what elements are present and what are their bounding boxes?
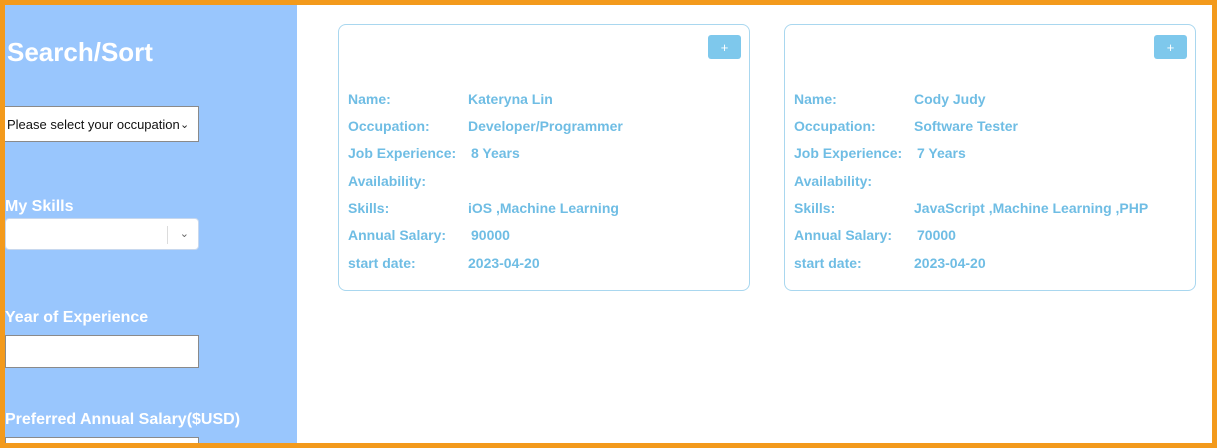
- experience-value: 7 Years: [917, 145, 966, 161]
- start-date-label: start date:: [348, 255, 416, 271]
- skills-row: Skills: iOS ,Machine Learning: [348, 200, 619, 216]
- search-sort-sidebar: Search/Sort Please select your occupatio…: [5, 5, 297, 443]
- name-row: Name: Kateryna Lin: [348, 91, 553, 107]
- skills-row: Skills: JavaScript ,Machine Learning ,PH…: [794, 200, 1148, 216]
- experience-value: 8 Years: [471, 145, 520, 161]
- availability-label: Availability:: [794, 173, 873, 189]
- profile-card: + Name: Kateryna Lin Occupation: Develop…: [338, 24, 750, 291]
- occupation-row: Occupation: Developer/Programmer: [348, 118, 623, 134]
- name-label: Name:: [348, 91, 391, 107]
- skills-value: JavaScript ,Machine Learning ,PHP: [914, 200, 1149, 216]
- start-date-value: 2023-04-20: [468, 255, 540, 271]
- salary-label: Annual Salary:: [348, 227, 447, 243]
- name-value: Cody Judy: [914, 91, 986, 107]
- salary-label: Preferred Annual Salary($USD): [5, 411, 241, 428]
- select-separator: [167, 226, 168, 244]
- start-date-row: start date: 2023-04-20: [348, 255, 540, 271]
- occupation-label: Occupation:: [348, 118, 430, 134]
- availability-row: Availability:: [348, 173, 426, 189]
- add-button[interactable]: +: [1154, 35, 1187, 59]
- salary-label: Annual Salary:: [794, 227, 893, 243]
- skills-value: iOS ,Machine Learning: [468, 200, 619, 216]
- start-date-value: 2023-04-20: [914, 255, 986, 271]
- availability-row: Availability:: [794, 173, 872, 189]
- salary-row: Annual Salary: 90000: [348, 227, 510, 243]
- add-button[interactable]: +: [708, 35, 741, 59]
- occupation-row: Occupation: Software Tester: [794, 118, 1018, 134]
- occupation-value: Developer/Programmer: [468, 118, 623, 134]
- occupation-value: Software Tester: [914, 118, 1018, 134]
- name-label: Name:: [794, 91, 837, 107]
- experience-label: Year of Experience: [5, 309, 149, 326]
- occupation-label: Occupation:: [794, 118, 876, 134]
- chevron-down-icon: ⌄: [179, 228, 189, 240]
- experience-label: Job Experience:: [348, 145, 457, 161]
- start-date-row: start date: 2023-04-20: [794, 255, 986, 271]
- profile-card: + Name: Cody Judy Occupation: Software T…: [784, 24, 1196, 291]
- salary-value: 70000: [917, 227, 956, 243]
- experience-label: Job Experience:: [794, 145, 903, 161]
- experience-row: Job Experience: 8 Years: [348, 145, 520, 161]
- salary-value: 90000: [471, 227, 510, 243]
- occupation-select-value: Please select your occupation: [7, 116, 180, 132]
- experience-row: Job Experience: 7 Years: [794, 145, 966, 161]
- skills-label: Skills:: [794, 200, 836, 216]
- experience-input[interactable]: [5, 335, 199, 368]
- name-row: Name: Cody Judy: [794, 91, 986, 107]
- skills-multiselect[interactable]: ⌄: [5, 218, 199, 250]
- name-value: Kateryna Lin: [468, 91, 553, 107]
- availability-label: Availability:: [348, 173, 427, 189]
- salary-row: Annual Salary: 70000: [794, 227, 956, 243]
- skills-label: My Skills: [5, 198, 74, 215]
- start-date-label: start date:: [794, 255, 862, 271]
- occupation-select[interactable]: Please select your occupation ⌄: [5, 106, 199, 142]
- salary-input[interactable]: [5, 437, 199, 443]
- chevron-down-icon: ⌄: [180, 118, 190, 131]
- sidebar-title: Search/Sort: [7, 37, 153, 67]
- skills-label: Skills:: [348, 200, 390, 216]
